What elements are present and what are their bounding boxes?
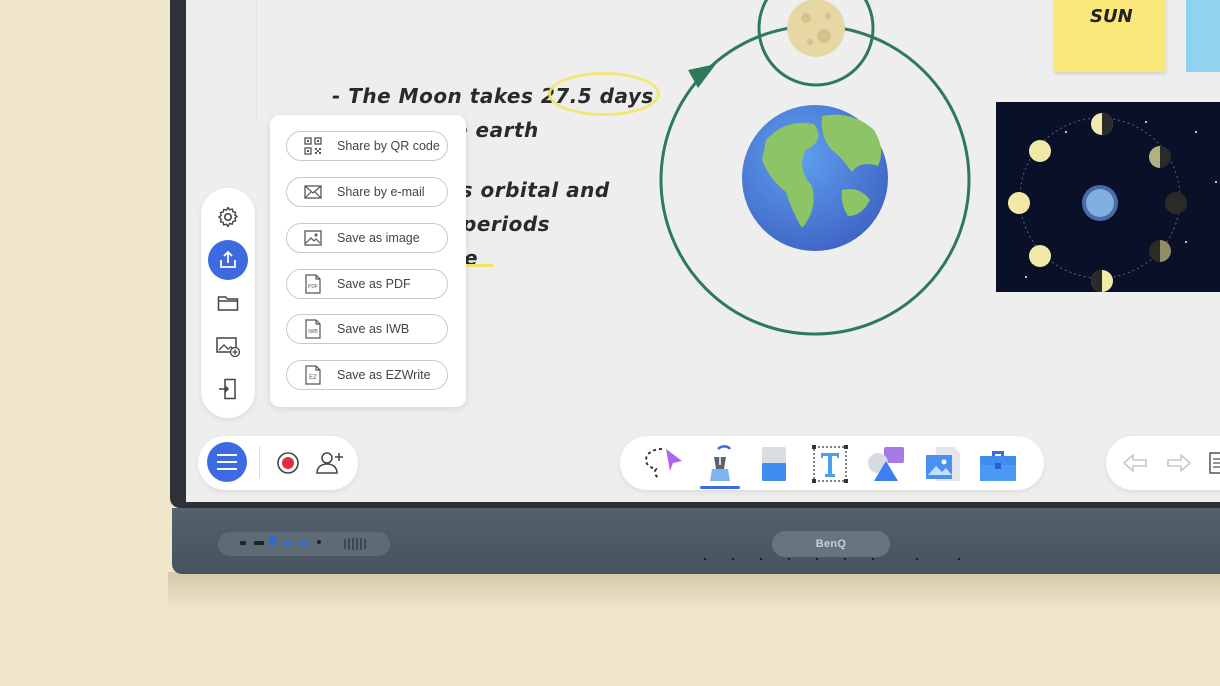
shapes-icon bbox=[868, 447, 904, 481]
invite-user-button[interactable] bbox=[314, 448, 346, 478]
sensor-dot bbox=[788, 558, 790, 560]
pen-tool[interactable] bbox=[698, 443, 742, 485]
record-icon bbox=[277, 452, 299, 474]
toolbar-divider bbox=[259, 446, 260, 478]
redo-icon bbox=[1167, 454, 1191, 472]
eraser-tool[interactable] bbox=[752, 443, 796, 485]
save-as-pdf-button[interactable]: PDF Save as PDF bbox=[286, 269, 448, 299]
hdmi-port bbox=[254, 541, 264, 545]
wall-shadow bbox=[168, 572, 1220, 612]
share-button[interactable] bbox=[208, 240, 248, 280]
share-email-button[interactable]: Share by e-mail bbox=[286, 177, 448, 207]
undo-button[interactable] bbox=[1120, 449, 1150, 482]
file-badge: IWB bbox=[308, 329, 318, 335]
moon-phases-image[interactable] bbox=[996, 102, 1220, 292]
save-as-image-button[interactable]: Save as image bbox=[286, 223, 448, 253]
share-qr-code-button[interactable]: Share by QR code bbox=[286, 131, 448, 161]
hamburger-menu-icon bbox=[217, 454, 237, 470]
pen-icon bbox=[710, 445, 732, 481]
text-tool[interactable] bbox=[808, 443, 852, 485]
iwb-file-icon: IWB bbox=[303, 319, 323, 339]
menu-item-label: Share by QR code bbox=[337, 139, 440, 153]
file-badge: PDF bbox=[308, 284, 318, 290]
exit-door-icon bbox=[219, 378, 236, 400]
undo-icon bbox=[1123, 454, 1147, 472]
menu-item-label: Share by e-mail bbox=[337, 185, 425, 199]
audio-jack bbox=[317, 540, 321, 544]
usb-c-port bbox=[240, 541, 246, 545]
toolbox-tool[interactable] bbox=[976, 443, 1020, 485]
moon-orbit-diagram[interactable] bbox=[646, 0, 986, 340]
insert-picture-tool[interactable] bbox=[920, 443, 964, 485]
ezwrite-file-icon: EZ bbox=[303, 365, 323, 385]
front-port-panel bbox=[218, 532, 390, 556]
menu-item-label: Save as IWB bbox=[337, 322, 410, 336]
shape-tool[interactable] bbox=[864, 443, 908, 485]
active-tool-indicator bbox=[700, 486, 740, 489]
gear-icon bbox=[218, 206, 238, 228]
sensor-dot bbox=[816, 558, 818, 560]
sensor-dot bbox=[732, 558, 734, 560]
main-menu-button[interactable] bbox=[207, 442, 247, 482]
image-add-icon bbox=[216, 337, 241, 358]
sensor-dot bbox=[872, 558, 874, 560]
drawing-toolbar bbox=[620, 436, 1044, 490]
text-box-icon bbox=[812, 445, 848, 483]
open-folder-button[interactable] bbox=[208, 283, 248, 323]
usb-b-port bbox=[270, 536, 276, 546]
usb-a-port bbox=[300, 541, 308, 545]
share-upload-icon bbox=[220, 250, 236, 268]
speaker-grill bbox=[344, 538, 366, 550]
eraser-icon bbox=[762, 447, 786, 481]
highlight-circle bbox=[548, 72, 660, 116]
sticky-note-sun[interactable]: SUN bbox=[1054, 0, 1166, 72]
sticky-note-blue[interactable] bbox=[1186, 0, 1220, 72]
qr-code-icon bbox=[303, 136, 323, 156]
device-front-bar: BenQ bbox=[172, 508, 1220, 574]
note-line-4[interactable]: periods bbox=[462, 212, 550, 236]
insert-image-button[interactable] bbox=[208, 326, 248, 366]
settings-button[interactable] bbox=[208, 197, 248, 237]
share-menu-popup: Share by QR code Share by e-mail Save as… bbox=[270, 115, 466, 407]
mail-icon bbox=[303, 182, 323, 202]
highlight-underline bbox=[462, 264, 494, 267]
whiteboard-screen[interactable]: - The Moon takes 27.5 days e earth 's or… bbox=[186, 0, 1220, 502]
pdf-file-icon: PDF bbox=[303, 274, 323, 294]
sensor-dot bbox=[958, 558, 960, 560]
lasso-select-icon bbox=[644, 448, 682, 479]
sensor-dot bbox=[844, 558, 846, 560]
save-as-ezwrite-button[interactable]: EZ Save as EZWrite bbox=[286, 360, 448, 390]
page-list-button[interactable] bbox=[1208, 449, 1220, 482]
image-icon bbox=[303, 228, 323, 248]
canvas-guide bbox=[256, 0, 257, 120]
save-as-iwb-button[interactable]: IWB Save as IWB bbox=[286, 314, 448, 344]
side-rail bbox=[201, 188, 255, 418]
menu-item-label: Save as EZWrite bbox=[337, 368, 431, 382]
folder-icon bbox=[217, 296, 239, 311]
usb-a-port bbox=[284, 541, 292, 545]
menu-item-label: Save as image bbox=[337, 231, 420, 245]
sensor-dot bbox=[916, 558, 918, 560]
sticky-note-label: SUN bbox=[1090, 6, 1133, 27]
sensor-dot bbox=[760, 558, 762, 560]
note-line-2[interactable]: e earth bbox=[454, 118, 539, 142]
toolbox-icon bbox=[980, 451, 1016, 481]
moon-phases-illustration bbox=[1008, 113, 1217, 292]
page-list-icon bbox=[1209, 452, 1220, 474]
bottom-left-toolbar bbox=[198, 436, 358, 490]
exit-button[interactable] bbox=[208, 369, 248, 409]
file-badge: EZ bbox=[309, 375, 317, 381]
history-toolbar bbox=[1106, 436, 1220, 490]
brand-logo: BenQ bbox=[772, 531, 890, 557]
menu-item-label: Save as PDF bbox=[337, 277, 411, 291]
note-line-3[interactable]: 's orbital and bbox=[454, 178, 610, 202]
lasso-select-tool[interactable] bbox=[642, 443, 686, 485]
redo-button[interactable] bbox=[1164, 449, 1194, 482]
sensor-dot bbox=[704, 558, 706, 560]
picture-file-icon bbox=[926, 447, 960, 481]
add-user-icon bbox=[316, 452, 343, 474]
record-button[interactable] bbox=[274, 449, 302, 477]
